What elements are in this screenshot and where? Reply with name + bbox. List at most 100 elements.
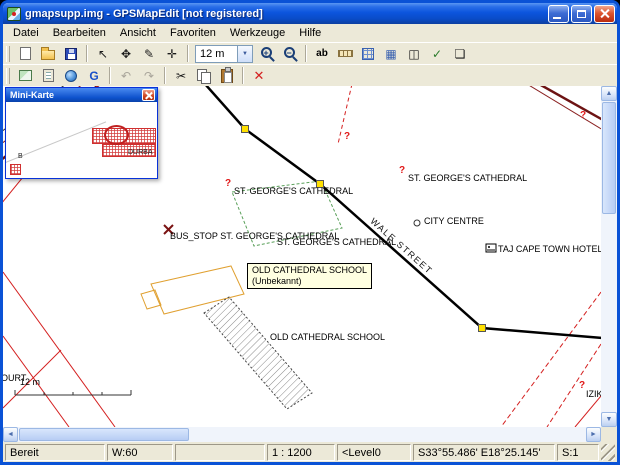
undo-button[interactable]: ↶ (115, 66, 137, 86)
unknown-object-marker[interactable]: ? (344, 131, 350, 142)
scale-combo-value: 12 m (200, 47, 225, 60)
minimap-title-bar[interactable]: Mini-Karte (6, 88, 157, 102)
close-icon (600, 9, 609, 18)
verify-map-button[interactable]: ✓ (426, 44, 448, 64)
menu-item-datei[interactable]: Datei (6, 26, 46, 40)
tooltip-line-2: (Unbekannt) (252, 276, 302, 286)
unknown-object-marker[interactable]: ? (399, 165, 405, 176)
split-view-button[interactable]: ◫ (403, 44, 425, 64)
status-width: W:60 (107, 444, 173, 461)
scale-combo[interactable]: 12 m ▼ (195, 44, 253, 63)
pan-tool-button[interactable]: ✥ (115, 44, 137, 64)
cut-button[interactable]: ✂ (170, 66, 192, 86)
toolbar-main: ↖ ✥ ✎ ✛ 12 m ▼ + − ab ▦ ◫ ✓ ❏ (3, 42, 617, 64)
street[interactable] (3, 271, 116, 427)
zoom-in-icon: + (260, 47, 272, 58)
zoom-in-button[interactable]: + (256, 44, 278, 64)
scroll-down-button[interactable]: ▼ (601, 412, 617, 427)
status-selection: S:1 (557, 444, 599, 461)
horizontal-scrollbar[interactable]: ◄ ► (3, 427, 601, 442)
major-road[interactable] (539, 86, 601, 121)
maximize-button[interactable] (571, 4, 592, 23)
menu-item-bearbeiten[interactable]: Bearbeiten (46, 26, 113, 40)
scroll-up-button[interactable]: ▲ (601, 86, 617, 101)
grid-toggle-button[interactable] (357, 44, 379, 64)
edit-nodes-tool-button[interactable]: ✎ (138, 44, 160, 64)
map-label-city-centre[interactable]: CITY CENTRE (424, 216, 484, 226)
toolbar-edit: G ↶ ↷ ✂ ✕ (3, 64, 617, 86)
resize-grip[interactable] (601, 444, 615, 461)
close-icon (145, 92, 152, 99)
major-road[interactable] (527, 86, 601, 130)
toolbar-separator (109, 67, 111, 84)
client-area: ? ST. GEORGE'S CATHEDRAL ? ? ST. GEORGE'… (3, 86, 617, 442)
wale-street-road[interactable] (205, 86, 601, 340)
unknown-object-marker[interactable]: ? (225, 178, 231, 189)
toolbar-grip[interactable] (6, 67, 10, 84)
zoom-out-icon: − (283, 47, 295, 58)
select-tool-button[interactable]: ↖ (92, 44, 114, 64)
text-label-tool-button[interactable]: ab (311, 44, 333, 64)
menu-item-hilfe[interactable]: Hilfe (292, 26, 328, 40)
hotel-icon[interactable] (485, 243, 497, 253)
toolbar-separator (242, 67, 244, 84)
status-coordinates: S33°55.486' E18°25.145' (413, 444, 555, 461)
city-centre-marker[interactable] (413, 219, 421, 227)
maximize-icon (577, 9, 586, 18)
open-file-button[interactable] (37, 44, 59, 64)
window-buttons (548, 4, 615, 23)
close-button[interactable] (594, 4, 615, 23)
open-folder-icon (41, 47, 55, 60)
title-bar[interactable]: gmapsupp.img - GPSMapEdit [not registere… (3, 3, 617, 24)
copy-button[interactable] (193, 66, 215, 86)
status-level: <Level0 (337, 444, 411, 461)
horizontal-scrollbar-thumb[interactable] (19, 428, 189, 441)
delete-button[interactable]: ✕ (248, 66, 270, 86)
street-dashed[interactable] (500, 291, 601, 427)
unknown-object-marker[interactable]: ? (579, 380, 585, 391)
zoom-out-button[interactable]: − (279, 44, 301, 64)
unknown-object-marker[interactable]: ? (580, 110, 586, 121)
google-earth-button[interactable]: G (83, 66, 105, 86)
minimap-close-button[interactable] (142, 89, 155, 101)
app-icon (7, 6, 21, 21)
scroll-right-button[interactable]: ► (586, 427, 601, 442)
map-label-izik[interactable]: IZIK (586, 389, 601, 399)
vertical-scrollbar-thumb[interactable] (602, 102, 616, 214)
layers-button[interactable]: ❏ (449, 44, 471, 64)
ruler-tool-button[interactable] (334, 44, 356, 64)
web-map-button[interactable] (60, 66, 82, 86)
split-view-icon: ◫ (408, 46, 420, 61)
minimap-hatch-area (10, 164, 21, 175)
paste-button[interactable] (216, 66, 238, 86)
vertical-scrollbar[interactable]: ▲ ▼ (601, 86, 617, 427)
minimap-canvas[interactable]: DURBA B (6, 102, 157, 178)
map-label-cathedral-2[interactable]: ST. GEORGE'S CATHEDRAL (408, 173, 527, 183)
road-node[interactable] (241, 125, 249, 133)
map-label-cathedral-1[interactable]: ST. GEORGE'S CATHEDRAL (234, 186, 353, 196)
import-map-button[interactable] (14, 66, 36, 86)
scale-combo-dropdown-button[interactable]: ▼ (237, 45, 252, 62)
school-building-polygon[interactable] (203, 296, 313, 410)
road-node[interactable] (478, 324, 486, 332)
file-properties-button[interactable] (37, 66, 59, 86)
delete-x-icon: ✕ (253, 67, 265, 83)
redo-button[interactable]: ↷ (138, 66, 160, 86)
menu-item-favoriten[interactable]: Favoriten (163, 26, 223, 40)
mesh-toggle-button[interactable]: ▦ (380, 44, 402, 64)
scroll-left-button[interactable]: ◄ (3, 427, 18, 442)
map-label-school[interactable]: OLD CATHEDRAL SCHOOL (270, 332, 385, 342)
street[interactable] (574, 395, 601, 427)
street-dashed[interactable] (546, 343, 601, 427)
save-file-button[interactable] (60, 44, 82, 64)
status-bar: Bereit W:60 1 : 1200 <Level0 S33°55.486'… (3, 442, 617, 462)
new-file-button[interactable] (14, 44, 36, 64)
toolbar-grip[interactable] (6, 45, 10, 62)
menu-item-ansicht[interactable]: Ansicht (113, 26, 163, 40)
map-label-hotel[interactable]: TAJ CAPE TOWN HOTEL (498, 244, 601, 254)
minimize-button[interactable] (548, 4, 569, 23)
add-object-tool-button[interactable]: ✛ (161, 44, 183, 64)
map-label-cathedral-3[interactable]: ST. GEORGE'S CATHEDRAL (277, 237, 396, 247)
menu-item-werkzeuge[interactable]: Werkzeuge (223, 26, 292, 40)
map-canvas[interactable]: ? ST. GEORGE'S CATHEDRAL ? ? ST. GEORGE'… (3, 86, 601, 427)
